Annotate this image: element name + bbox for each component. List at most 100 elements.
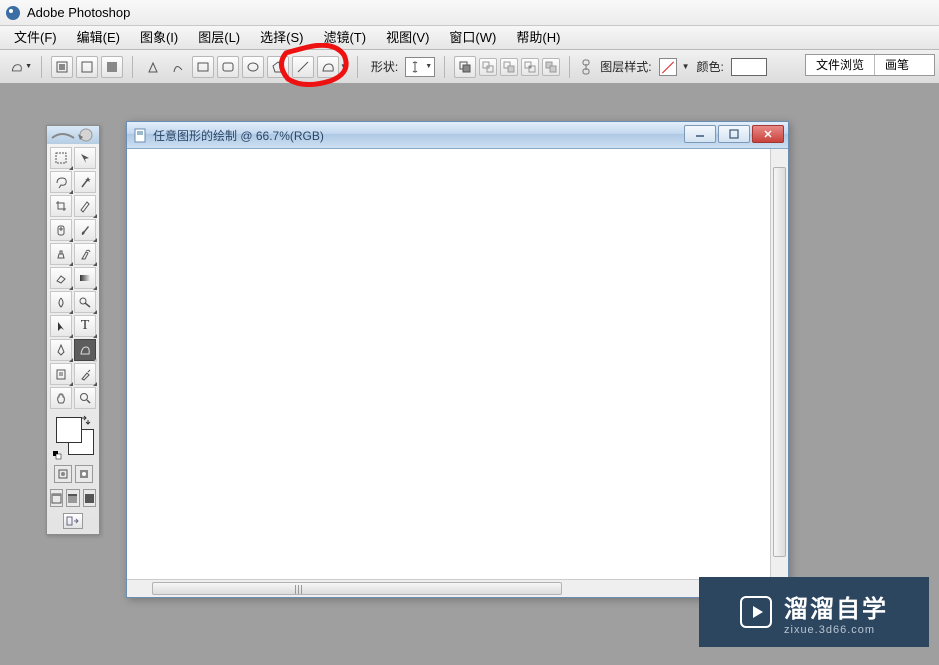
color-label: 颜色: [697,58,724,75]
horizontal-scroll-thumb[interactable] [152,582,562,595]
horizontal-scrollbar[interactable] [127,579,770,597]
ellipse-shape-button[interactable] [242,56,264,78]
app-title: Adobe Photoshop [27,5,130,20]
marquee-tool[interactable] [50,147,72,169]
path-mode-button[interactable] [76,56,98,78]
brush-tool[interactable] [74,219,96,241]
layer-style-label: 图层样式: [600,58,651,75]
shape-label: 形状: [371,58,398,75]
document-icon [133,128,148,143]
lasso-tool[interactable] [50,171,72,193]
history-brush-tool[interactable] [74,243,96,265]
document-canvas[interactable] [127,149,788,597]
rounded-rect-shape-button[interactable] [217,56,239,78]
quick-mask-row [50,463,96,485]
screen-mode-row [50,487,96,509]
custom-shape-tool-indicator[interactable]: ▼ [10,56,32,78]
standard-screen-button[interactable] [50,489,63,507]
eraser-tool[interactable] [50,267,72,289]
full-screen-button[interactable] [83,489,96,507]
menu-window[interactable]: 窗口(W) [439,26,506,50]
chevron-down-icon[interactable]: ▼ [682,62,690,71]
combine-intersect-button[interactable] [521,58,539,76]
foreground-color-swatch[interactable] [56,417,82,443]
path-select-tool[interactable] [50,315,72,337]
eyedropper-tool[interactable] [74,363,96,385]
menu-select[interactable]: 选择(S) [250,26,313,50]
color-swatches[interactable] [50,413,96,461]
combine-new-button[interactable] [454,56,476,78]
line-shape-button[interactable] [292,56,314,78]
maximize-button[interactable] [718,125,750,143]
menu-image[interactable]: 图象(I) [130,26,188,50]
pen-icon[interactable] [142,56,164,78]
file-browser-tab[interactable]: 文件浏览 [806,55,875,75]
play-icon [740,596,772,628]
separator [357,56,358,78]
link-icon[interactable] [579,56,593,78]
vertical-scrollbar[interactable] [770,149,788,579]
toolbox-header[interactable] [47,126,99,144]
app-titlebar: Adobe Photoshop [0,0,939,26]
combine-subtract-button[interactable] [500,58,518,76]
healing-brush-tool[interactable] [50,219,72,241]
standard-mode-button[interactable] [54,465,72,483]
separator [569,56,570,78]
slice-tool[interactable] [74,195,96,217]
menu-filter[interactable]: 滤镜(T) [313,26,376,50]
clone-stamp-tool[interactable] [50,243,72,265]
document-window: 任意图形的绘制 @ 66.7%(RGB) [126,121,789,598]
custom-shape-button[interactable] [317,56,339,78]
menu-file[interactable]: 文件(F) [4,26,67,50]
photoshop-icon [5,5,21,21]
brushes-tab[interactable]: 画笔 [875,55,934,75]
separator [41,56,42,78]
minimize-button[interactable] [684,125,716,143]
freeform-pen-icon[interactable] [167,56,189,78]
jump-to-imageready-button[interactable] [63,513,83,529]
blur-tool[interactable] [50,291,72,313]
separator [132,56,133,78]
menu-layer[interactable]: 图层(L) [188,26,250,50]
menu-edit[interactable]: 编辑(E) [67,26,130,50]
combine-add-button[interactable] [479,58,497,76]
gradient-tool[interactable] [74,267,96,289]
magic-wand-tool[interactable] [74,171,96,193]
toolbox: T [46,125,100,535]
menu-help[interactable]: 帮助(H) [506,26,570,50]
full-screen-menubar-button[interactable] [66,489,79,507]
polygon-shape-button[interactable] [267,56,289,78]
menu-view[interactable]: 视图(V) [376,26,439,50]
vertical-scroll-thumb[interactable] [773,167,786,557]
fill-pixels-mode-button[interactable] [101,56,123,78]
custom-shape-tool[interactable] [74,339,96,361]
jump-to-row [50,511,96,531]
document-titlebar[interactable]: 任意图形的绘制 @ 66.7%(RGB) [127,122,788,149]
rectangle-shape-button[interactable] [192,56,214,78]
chevron-down-icon[interactable]: ▼ [340,62,348,71]
shape-layer-mode-button[interactable] [51,56,73,78]
watermark-title: 溜溜自学 [784,589,888,624]
dodge-tool[interactable] [74,291,96,313]
zoom-tool[interactable] [74,387,96,409]
document-title: 任意图形的绘制 @ 66.7%(RGB) [153,127,324,144]
palette-well: 文件浏览 画笔 [805,54,935,76]
no-style-icon[interactable] [659,58,677,76]
watermark-url: zixue.3d66.com [784,624,888,636]
close-button[interactable] [752,125,784,143]
notes-tool[interactable] [50,363,72,385]
default-colors-icon[interactable] [52,450,62,460]
type-tool[interactable]: T [74,315,96,337]
shape-picker[interactable] [405,57,435,77]
watermark: 溜溜自学 zixue.3d66.com [699,577,929,647]
menubar: 文件(F) 编辑(E) 图象(I) 图层(L) 选择(S) 滤镜(T) 视图(V… [0,26,939,50]
combine-exclude-button[interactable] [542,58,560,76]
separator [444,56,445,78]
crop-tool[interactable] [50,195,72,217]
options-bar: ▼ ▼ 形状: 图层样式: ▼ 颜色: 文件浏览 画笔 [0,50,939,84]
hand-tool[interactable] [50,387,72,409]
move-tool[interactable] [74,147,96,169]
quick-mask-mode-button[interactable] [75,465,93,483]
color-swatch[interactable] [731,58,767,76]
pen-tool[interactable] [50,339,72,361]
